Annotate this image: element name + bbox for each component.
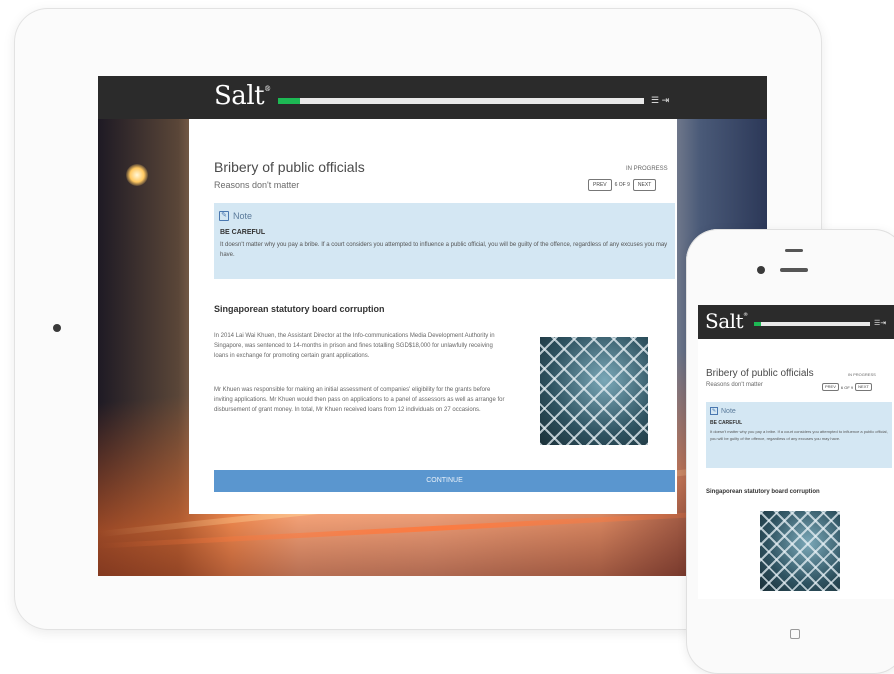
case-title: Singaporean statutory board corruption bbox=[214, 304, 385, 314]
note-header: ✎ Note bbox=[219, 211, 252, 221]
salt-logo[interactable]: Salt® bbox=[214, 81, 271, 111]
case-paragraph-2: Mr Khuen was responsible for making an i… bbox=[214, 387, 505, 413]
edit-note-icon: ✎ bbox=[710, 407, 718, 415]
mobile-chain-link-fence-image bbox=[760, 511, 840, 591]
street-lamp-glow bbox=[126, 164, 148, 186]
mobile-lesson-title: Bribery of public officials bbox=[706, 368, 814, 379]
mobile-salt-logo[interactable]: Salt® bbox=[705, 309, 748, 333]
exit-icon[interactable]: ⇥ bbox=[662, 95, 670, 105]
status-badge: IN PROGRESS bbox=[626, 166, 668, 172]
phone-sensor bbox=[785, 249, 803, 252]
menu-icon[interactable]: ☰ bbox=[651, 95, 659, 105]
home-button-icon[interactable] bbox=[790, 629, 800, 639]
continue-button[interactable]: CONTINUE bbox=[214, 470, 675, 492]
mobile-next-button[interactable]: NEXT bbox=[855, 383, 872, 391]
phone-screen: Salt® ☰⇥ Bribery of public officials IN … bbox=[698, 305, 894, 599]
prev-button[interactable]: PREV bbox=[588, 179, 612, 191]
tablet-camera bbox=[53, 324, 61, 332]
note-text: It doesn't matter why you pay a bribe. I… bbox=[220, 242, 668, 258]
mobile-topbar: Salt® ☰⇥ bbox=[698, 305, 894, 339]
phone-device: Salt® ☰⇥ Bribery of public officials IN … bbox=[686, 229, 894, 674]
mobile-note-text: It doesn't matter why you pay a bribe. I… bbox=[710, 429, 888, 441]
chain-link-fence-image bbox=[540, 337, 648, 445]
lesson-title: Bribery of public officials bbox=[214, 159, 365, 175]
mobile-prev-button[interactable]: PREV bbox=[822, 383, 839, 391]
note-box: ✎ Note BE CAREFUL It doesn't matter why … bbox=[214, 203, 675, 279]
lesson-subtitle: Reasons don't matter bbox=[214, 180, 300, 190]
mobile-topbar-icons: ☰⇥ bbox=[874, 319, 886, 327]
mobile-status-badge: IN PROGRESS bbox=[848, 372, 876, 377]
exit-icon[interactable]: ⇥ bbox=[880, 320, 886, 327]
mobile-page-counter: 6 OF 9 bbox=[840, 384, 854, 390]
topbar-icons: ☰ ⇥ bbox=[651, 95, 669, 106]
mobile-lesson-pager: PREV 6 OF 9 NEXT bbox=[822, 383, 872, 391]
mobile-progress-fill bbox=[754, 322, 761, 326]
case-paragraph-1: In 2014 Lai Wai Khuen, the Assistant Dir… bbox=[214, 333, 495, 359]
lesson-pager: PREV 6 OF 9 NEXT bbox=[588, 179, 657, 191]
note-heading: Note bbox=[233, 211, 253, 221]
mobile-note-box: ✎ Note BE CAREFUL It doesn't matter why … bbox=[706, 402, 892, 468]
mobile-note-header: ✎ Note bbox=[710, 407, 736, 415]
mobile-progress-bar bbox=[754, 322, 870, 326]
course-progress-fill bbox=[278, 98, 300, 104]
page-counter: 6 OF 9 bbox=[614, 182, 630, 188]
edit-note-icon: ✎ bbox=[219, 211, 229, 221]
mobile-note-warning-title: BE CAREFUL bbox=[710, 420, 743, 426]
mobile-case-title: Singaporean statutory board corruption bbox=[706, 489, 820, 495]
app-topbar: Salt® ☰ ⇥ bbox=[98, 76, 767, 119]
mobile-lesson-subtitle: Reasons don't matter bbox=[706, 382, 763, 388]
course-progress-bar bbox=[278, 98, 644, 104]
lesson-panel: Bribery of public officials Reasons don'… bbox=[189, 119, 677, 514]
note-warning-title: BE CAREFUL bbox=[220, 229, 266, 236]
mobile-note-heading: Note bbox=[721, 407, 736, 415]
next-button[interactable]: NEXT bbox=[632, 179, 657, 191]
phone-speaker bbox=[780, 268, 808, 272]
tablet-screen: Salt® ☰ ⇥ Bribery of public officials Re… bbox=[98, 76, 767, 576]
phone-camera bbox=[757, 266, 765, 274]
